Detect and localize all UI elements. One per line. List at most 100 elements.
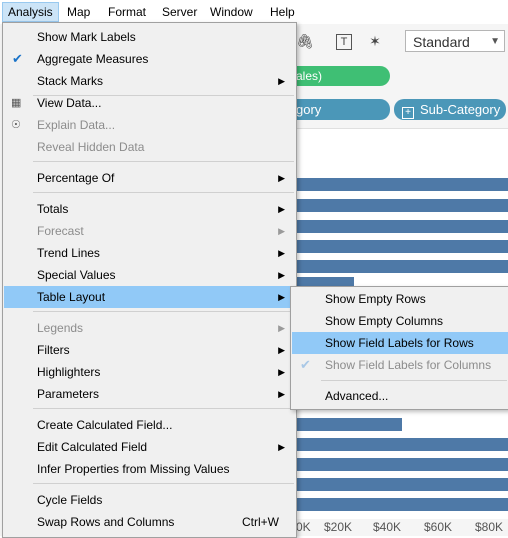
menu-bar: Analysis Map Format Server Window Help [0,0,508,24]
forecast-item[interactable]: Forecast ▶ [4,220,295,242]
table-layout-submenu: Show Empty Rows Show Empty Columns Show … [290,286,508,410]
axis-tick: $80K [475,520,504,534]
bar[interactable] [290,458,508,471]
bar[interactable] [290,220,508,233]
separator [321,380,507,381]
bar[interactable] [290,498,508,511]
menu-item-label: Trend Lines [37,246,100,260]
infer-properties-item[interactable]: Infer Properties from Missing Values [4,458,295,480]
show-field-labels-columns-item[interactable]: ✔ Show Field Labels for Columns [292,354,508,376]
menu-item-label: Filters [37,343,70,357]
submenu-arrow-icon: ▶ [278,323,285,333]
trend-lines-item[interactable]: Trend Lines ▶ [4,242,295,264]
create-calculated-field-item[interactable]: Create Calculated Field... [4,414,295,436]
axis-tick: $20K [324,520,353,534]
analysis-menu: Show Mark Labels ✔ Aggregate Measures St… [2,22,297,538]
stack-marks-item[interactable]: Stack Marks ▶ [4,70,295,92]
menu-item-label: Reveal Hidden Data [37,140,145,154]
menu-item-label: Show Field Labels for Rows [325,336,474,350]
fit-select-value: Standard [413,34,470,50]
menu-item-label: Parameters [37,387,100,401]
menu-item-label: Show Empty Columns [325,314,444,328]
menu-server[interactable]: Server [157,3,202,21]
menu-item-label: Legends [37,321,84,335]
advanced-item[interactable]: Advanced... [292,385,508,407]
show-empty-rows-item[interactable]: Show Empty Rows [292,288,508,310]
bar[interactable] [290,199,508,212]
show-field-labels-rows-item[interactable]: Show Field Labels for Rows [292,332,508,354]
bar[interactable] [290,418,402,431]
axis-tick: $40K [373,520,402,534]
view-data-item[interactable]: ▦ View Data... [4,92,295,114]
bar[interactable] [290,240,508,253]
category-pill[interactable]: gory [290,99,390,120]
aggregate-measures-item[interactable]: ✔ Aggregate Measures [4,48,295,70]
chevron-down-icon: ▼ [490,36,500,47]
menu-item-label: Show Empty Rows [325,292,426,306]
axis-tick: $60K [424,520,453,534]
checkmark-icon: ✔ [12,51,23,66]
separator [33,408,294,409]
submenu-arrow-icon: ▶ [278,173,285,183]
menu-item-label: Show Field Labels for Columns [325,358,492,372]
totals-item[interactable]: Totals ▶ [4,198,295,220]
cycle-fields-item[interactable]: Cycle Fields [4,489,295,511]
lightbulb-icon: ☉ [11,119,21,131]
bar[interactable] [290,438,508,451]
menu-item-label: Swap Rows and Columns [37,515,175,529]
parameters-item[interactable]: Parameters ▶ [4,383,295,405]
submenu-arrow-icon: ▶ [278,292,285,302]
show-mark-labels-item[interactable]: Show Mark Labels [4,26,295,48]
menu-window[interactable]: Window [205,3,258,21]
menu-item-label: Infer Properties from Missing Values [37,462,230,476]
menu-item-label: Cycle Fields [37,493,103,507]
sub-category-label: Sub-Category [420,102,501,117]
menu-item-label: Create Calculated Field... [37,418,173,432]
checkmark-icon: ✔ [300,357,311,372]
filters-item[interactable]: Filters ▶ [4,339,295,361]
shortcut-label: Ctrl+W [242,515,279,529]
submenu-arrow-icon: ▶ [278,76,285,86]
separator [33,483,294,484]
submenu-arrow-icon: ▶ [278,226,285,236]
submenu-arrow-icon: ▶ [278,442,285,452]
expand-icon: + [402,107,414,119]
menu-item-label: Totals [37,202,69,216]
bar[interactable] [290,478,508,491]
fit-select[interactable]: Standard ▼ [405,30,505,52]
submenu-arrow-icon: ▶ [278,367,285,377]
table-layout-item[interactable]: Table Layout ▶ [4,286,295,308]
submenu-arrow-icon: ▶ [278,248,285,258]
menu-item-label: Explain Data... [37,118,116,132]
menu-item-label: Stack Marks [37,74,104,88]
show-empty-columns-item[interactable]: Show Empty Columns [292,310,508,332]
edit-calculated-field-item[interactable]: Edit Calculated Field ▶ [4,436,295,458]
submenu-arrow-icon: ▶ [278,345,285,355]
pin-icon[interactable]: ✶ [366,32,384,50]
bar[interactable] [290,178,508,191]
highlighters-item[interactable]: Highlighters ▶ [4,361,295,383]
text-box-icon[interactable]: T [336,34,352,50]
menu-item-label: Edit Calculated Field [37,440,148,454]
swap-rows-columns-item[interactable]: Swap Rows and Columns Ctrl+W [4,511,295,533]
menu-item-label: Table Layout [37,290,106,304]
separator [33,311,294,312]
menu-format[interactable]: Format [103,3,151,21]
menu-map[interactable]: Map [62,3,95,21]
sub-category-pill[interactable]: + Sub-Category [394,99,506,120]
menu-help[interactable]: Help [265,3,300,21]
bar[interactable] [290,260,508,273]
reveal-hidden-data-item[interactable]: Reveal Hidden Data [4,136,295,158]
submenu-arrow-icon: ▶ [278,204,285,214]
measure-pill[interactable]: ales) [290,66,390,86]
percentage-of-item[interactable]: Percentage Of ▶ [4,167,295,189]
legends-item[interactable]: Legends ▶ [4,317,295,339]
explain-data-item[interactable]: ☉ Explain Data... [4,114,295,136]
separator [33,192,294,193]
paperclip-icon[interactable]: 🖇 [296,32,314,50]
axis-tick: 0K [296,520,311,534]
special-values-item[interactable]: Special Values ▶ [4,264,295,286]
menu-item-label: Advanced... [325,389,389,403]
menu-analysis[interactable]: Analysis [2,2,59,22]
menu-item-label: Special Values [37,268,116,282]
